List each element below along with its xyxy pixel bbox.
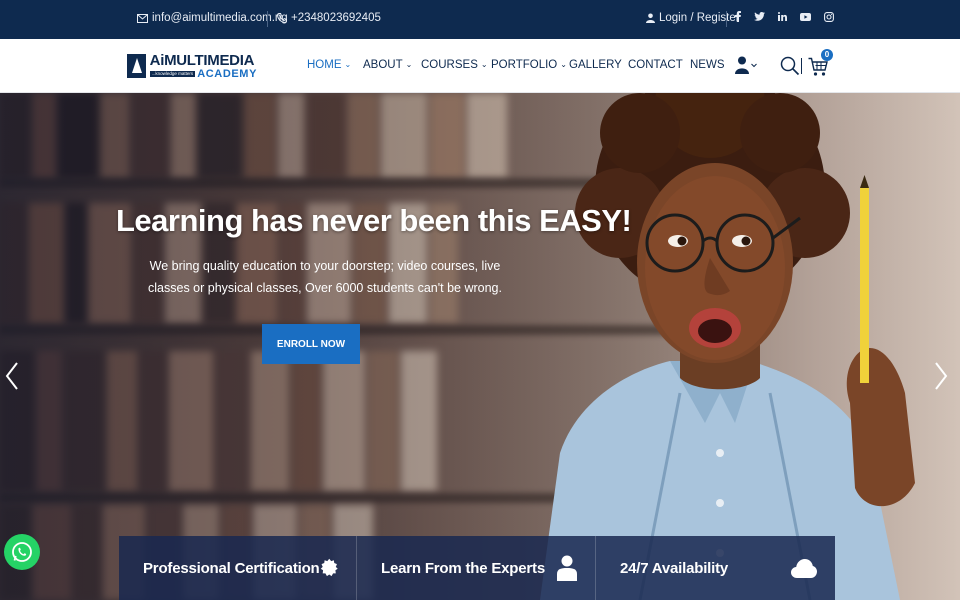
chevron-down-icon: ⌄ [480,59,488,69]
logo-main: MULTIMEDIA [164,51,255,69]
divider [726,11,727,27]
whatsapp-icon [12,542,32,562]
phone-text: +2348023692405 [291,12,381,24]
user-icon [557,555,577,581]
nav-label: PORTFOLIO [491,59,558,71]
nav-label: NEWS [690,59,725,71]
phone-link[interactable]: +2348023692405 [277,12,381,24]
student-photo [540,93,915,600]
search-icon [780,56,800,76]
feature-label: Learn From the Experts [381,559,545,577]
nav-item-courses[interactable]: COURSES ⌄ [421,59,488,71]
feature-card: Professional Certification [119,536,357,600]
nav-label: CONTACT [628,59,683,71]
enroll-now-button[interactable]: ENROLL NOW [262,324,360,364]
facebook-icon[interactable] [735,11,741,22]
main-navbar: AiMULTIMEDIA ...knowledge matters ACADEM… [0,39,960,93]
top-bar: info@aimultimedia.com.ng +2348023692405 … [0,0,960,39]
envelope-icon [137,13,148,23]
divider [801,58,802,74]
divider [267,11,268,27]
phone-icon [277,13,287,23]
email-link[interactable]: info@aimultimedia.com.ng [137,12,288,24]
twitter-icon[interactable] [754,12,765,21]
chevron-down-icon: ⌄ [344,59,352,69]
user-icon [646,13,655,23]
nav-label: ABOUT [363,59,403,71]
chevron-right-icon [935,362,948,390]
account-menu[interactable] [735,56,759,79]
cloud-icon [791,559,817,578]
nav-label: GALLERY [569,59,622,71]
brand-logo[interactable]: AiMULTIMEDIA ...knowledge matters ACADEM… [127,51,257,81]
nav-label: COURSES [421,59,478,71]
social-links [735,11,834,22]
logo-text: AiMULTIMEDIA ...knowledge matters ACADEM… [149,51,257,80]
user-icon [735,56,757,74]
feature-card: Learn From the Experts [357,536,596,600]
login-text: Login / Register [659,12,740,24]
feature-strip: Professional Certification Learn From th… [119,536,835,600]
chevron-down-icon: ⌄ [405,59,413,69]
nav-item-portfolio[interactable]: PORTFOLIO ⌄ [491,59,567,71]
nav-item-home[interactable]: HOME ⌄ [307,59,351,71]
hero-title: Learning has never been this EASY! [116,203,632,238]
youtube-icon[interactable] [800,12,811,21]
nav-item-contact[interactable]: CONTACT [628,59,683,71]
logo-tagline: ...knowledge matters [149,70,196,78]
logo-prefix: Ai [149,51,165,69]
chevron-down-icon: ⌄ [560,59,567,69]
nav-item-about[interactable]: ABOUT ⌄ [363,59,412,71]
feature-card: 24/7 Availability [596,536,835,600]
nav-label: HOME [307,59,342,71]
feature-label: Professional Certification [143,559,320,577]
certificate-badge-icon [320,558,338,577]
feature-label: 24/7 Availability [620,559,729,577]
logo-mark-icon [127,54,146,78]
whatsapp-button[interactable] [4,534,40,570]
nav-item-news[interactable]: NEWS [690,59,725,71]
nav-item-gallery[interactable]: GALLERY [569,59,622,71]
search-button[interactable] [780,56,800,81]
linkedin-icon[interactable] [778,12,787,21]
logo-academy: ACADEMY [197,67,257,80]
slider-prev-button[interactable] [5,361,19,396]
chevron-left-icon [5,362,18,390]
slider-next-button[interactable] [934,361,948,396]
cart-count-badge: 0 [821,49,833,61]
hero-subtitle: We bring quality education to your doors… [148,259,502,295]
hero-slider: Learning has never been this EASY! We br… [0,93,960,600]
instagram-icon[interactable] [824,11,834,22]
